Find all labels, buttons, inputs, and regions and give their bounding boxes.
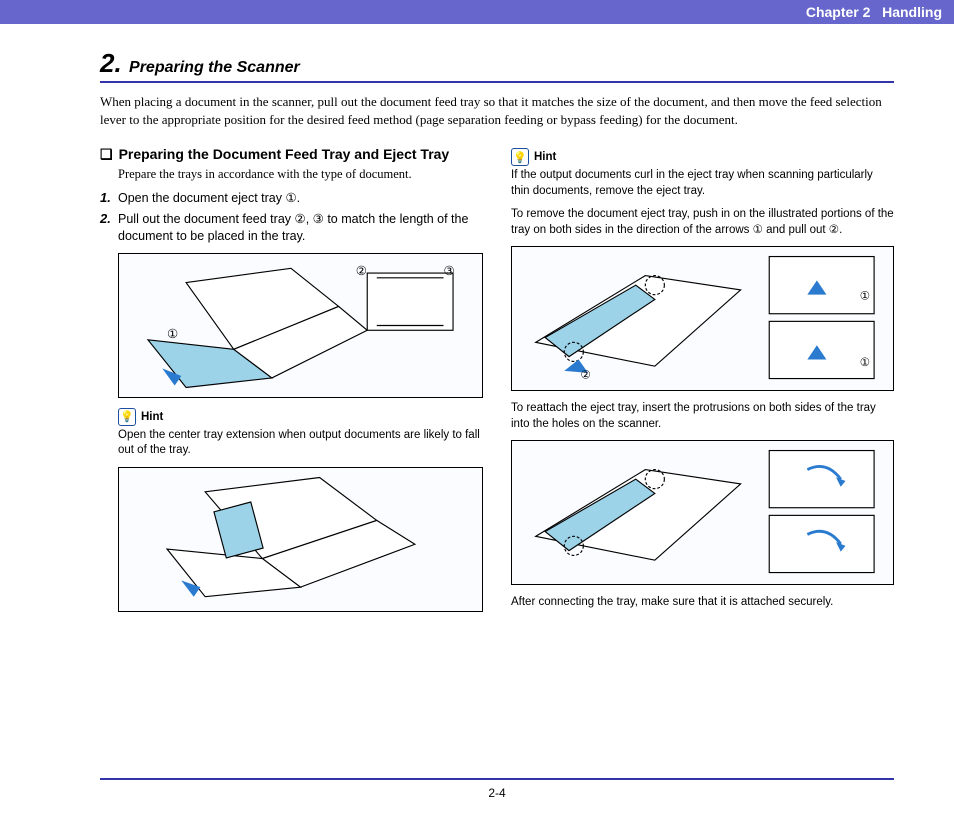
step-number: 1.: [100, 190, 118, 207]
step-text: Pull out the document feed tray ②, ③ to …: [118, 211, 483, 245]
section-number: 2.: [100, 48, 122, 78]
hint-lightbulb-icon: 💡: [118, 408, 136, 426]
page-number: 2-4: [488, 786, 505, 800]
two-column-layout: ❏ Preparing the Document Feed Tray and E…: [100, 146, 894, 621]
hint-lightbulb-icon: 💡: [511, 148, 529, 166]
figure-reattach-tray: [511, 440, 894, 585]
hint-label: Hint: [534, 151, 556, 163]
figure-tray-pullout: ① ② ③: [118, 253, 483, 398]
svg-text:①: ①: [860, 357, 870, 369]
svg-text:③: ③: [444, 263, 455, 277]
reattach-tray-text: To reattach the eject tray, insert the p…: [511, 401, 894, 432]
hint-text: If the output documents curl in the ejec…: [511, 168, 894, 199]
hint-text: Open the center tray extension when outp…: [118, 428, 483, 459]
subheading-description: Prepare the trays in accordance with the…: [118, 167, 483, 182]
subheading-bullet-icon: ❏: [100, 146, 113, 163]
right-column: 💡 Hint If the output documents curl in t…: [511, 146, 894, 621]
step-1: 1. Open the document eject tray ①.: [100, 190, 483, 207]
chapter-number: Chapter 2: [806, 4, 871, 20]
svg-text:②: ②: [580, 370, 590, 382]
section-title-row: 2. Preparing the Scanner: [100, 48, 894, 83]
chapter-title: Handling: [882, 4, 942, 20]
hint-label: Hint: [141, 411, 163, 423]
svg-text:①: ①: [860, 291, 870, 303]
page-footer: 2-4: [100, 778, 894, 800]
svg-text:①: ①: [167, 326, 178, 340]
step-text: Open the document eject tray ①.: [118, 190, 300, 207]
step-2: 2. Pull out the document feed tray ②, ③ …: [100, 211, 483, 245]
secure-tray-text: After connecting the tray, make sure tha…: [511, 595, 894, 611]
section-name: Preparing the Scanner: [129, 59, 300, 76]
left-column: ❏ Preparing the Document Feed Tray and E…: [100, 146, 483, 621]
hint-row: 💡 Hint: [511, 148, 894, 166]
step-number: 2.: [100, 211, 118, 245]
svg-text:②: ②: [356, 263, 367, 277]
subheading-text: Preparing the Document Feed Tray and Eje…: [119, 146, 450, 162]
chapter-header: Chapter 2 Handling: [0, 0, 954, 24]
figure-remove-tray: ① ① ②: [511, 246, 894, 391]
page-body: 2. Preparing the Scanner When placing a …: [0, 24, 954, 622]
section-intro: When placing a document in the scanner, …: [100, 93, 894, 128]
hint-row: 💡 Hint: [118, 408, 483, 426]
subheading: ❏ Preparing the Document Feed Tray and E…: [100, 146, 483, 163]
remove-tray-text: To remove the document eject tray, push …: [511, 207, 894, 238]
figure-center-extension: [118, 467, 483, 612]
